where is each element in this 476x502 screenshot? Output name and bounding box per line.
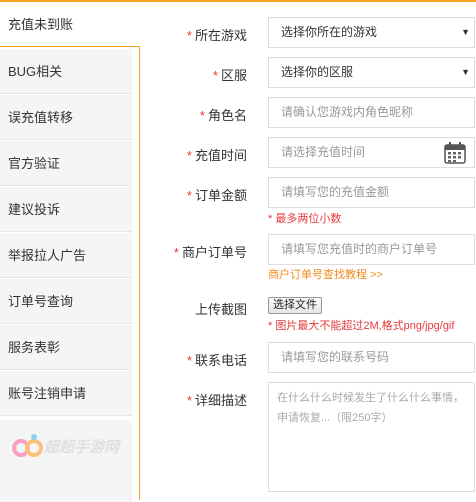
sidebar-item-service-praise[interactable]: 服务表彰 bbox=[0, 325, 132, 370]
sidebar-item-suggestion[interactable]: 建议投诉 bbox=[0, 187, 132, 232]
logo-text: 超超手游网 bbox=[43, 438, 122, 456]
server-select[interactable]: 选择你的区服 ▼ bbox=[268, 57, 475, 88]
chevron-down-icon: ▼ bbox=[461, 27, 470, 37]
merchant-order-input[interactable]: 请填写您充值时的商户订单号 bbox=[268, 234, 475, 265]
sidebar-item-recharge-missing[interactable]: 充值未到账 bbox=[0, 2, 140, 47]
label-upload: 上传截图 bbox=[194, 302, 247, 317]
game-select[interactable]: 选择你所在的游戏 ▼ bbox=[268, 17, 475, 48]
sidebar-item-report-ads[interactable]: 举报拉人广告 bbox=[0, 233, 132, 278]
sidebar-item-label: 服务表彰 bbox=[8, 340, 61, 355]
calendar-icon[interactable] bbox=[444, 142, 466, 164]
upload-hint: * 图片最大不能超过2M,格式png/jpg/gif bbox=[268, 320, 455, 332]
sidebar-item-label: 误充值转移 bbox=[8, 110, 74, 125]
sidebar-item-recharge-transfer[interactable]: 误充值转移 bbox=[0, 95, 132, 140]
phone-input[interactable]: 请填写您的联系号码 bbox=[268, 342, 475, 373]
sidebar-item-account-cancel[interactable]: 账号注销申请 bbox=[0, 371, 132, 416]
sidebar-item-label: 订单号查询 bbox=[8, 294, 74, 309]
label-game: * 所在游戏 bbox=[186, 28, 247, 43]
label-amount: * 订单金额 bbox=[186, 188, 247, 203]
choose-file-button[interactable]: 选择文件 bbox=[268, 297, 322, 314]
amount-hint: * 最多两位小数 bbox=[268, 213, 342, 225]
sidebar-item-label: BUG相关 bbox=[8, 64, 63, 79]
role-name-input[interactable]: 请确认您游戏内角色昵称 bbox=[268, 97, 475, 128]
sidebar-item-label: 充值未到账 bbox=[8, 17, 74, 32]
sidebar-item-official-verify[interactable]: 官方验证 bbox=[0, 141, 132, 186]
merchant-order-tutorial-link[interactable]: 商户订单号查找教程 >> bbox=[268, 266, 383, 282]
sidebar-item-label: 官方验证 bbox=[8, 156, 61, 171]
detail-textarea[interactable]: 在什么什么时候发生了什么什么事情，申请恢复...（限250字） bbox=[268, 382, 475, 492]
recharge-time-input[interactable]: 请选择充值时间 bbox=[268, 137, 475, 168]
sidebar-item-label: 账号注销申请 bbox=[8, 386, 87, 401]
sidebar-item-label: 举报拉人广告 bbox=[8, 248, 87, 263]
sidebar-item-label: 建议投诉 bbox=[8, 202, 61, 217]
label-phone: * 联系电话 bbox=[186, 353, 247, 368]
sidebar: 充值未到账 BUG相关 误充值转移 官方验证 建议投诉 举报拉人广告 订单号查询… bbox=[0, 2, 140, 502]
sidebar-item-bug[interactable]: BUG相关 bbox=[0, 49, 132, 94]
amount-input[interactable]: 请填写您的充值金额 bbox=[268, 177, 475, 208]
label-merchant-order: * 商户订单号 bbox=[173, 245, 247, 260]
label-detail: * 详细描述 bbox=[186, 393, 247, 408]
sidebar-item-order-query[interactable]: 订单号查询 bbox=[0, 279, 132, 324]
label-role: * 角色名 bbox=[199, 108, 247, 123]
chevron-down-icon: ▼ bbox=[461, 67, 470, 77]
label-time: * 充值时间 bbox=[186, 148, 247, 163]
site-logo: 超超手游网 bbox=[12, 434, 122, 457]
label-server: * 区服 bbox=[212, 68, 247, 83]
